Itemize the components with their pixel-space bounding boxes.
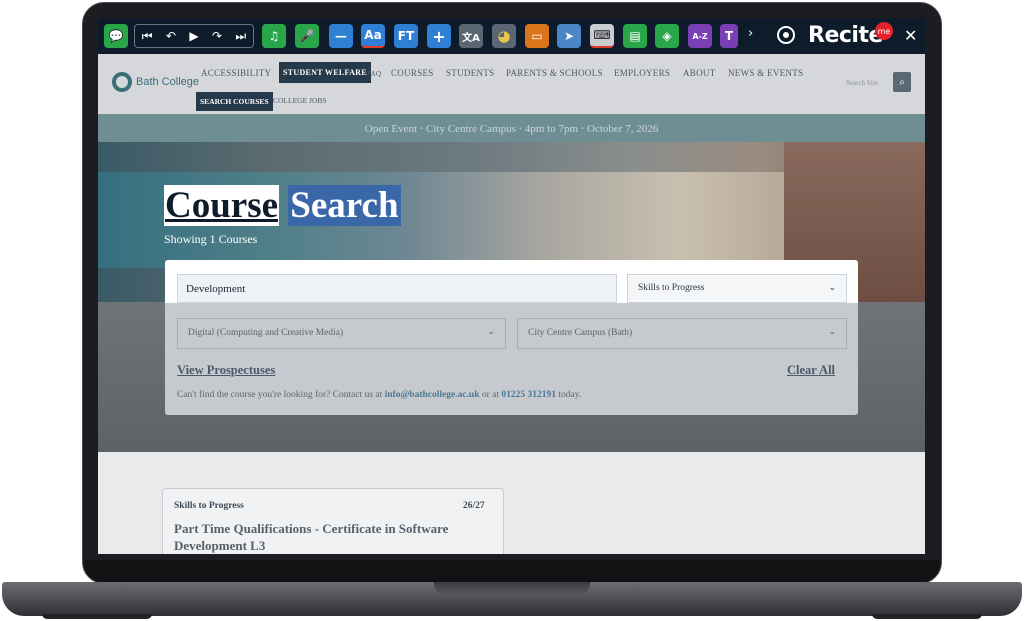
chevron-right-icon[interactable]: ›: [748, 26, 753, 41]
laptop-bezel: [84, 560, 940, 582]
nav-employers[interactable]: EMPLOYERS: [614, 68, 670, 78]
course-type-label: Skills to Progress: [174, 501, 244, 511]
campus-select[interactable]: City Centre Campus (Bath) ⌄: [517, 318, 847, 349]
chevron-down-icon: ⌄: [828, 327, 836, 337]
nav-about[interactable]: ABOUT: [683, 68, 716, 78]
campus-select-value: City Centre Campus (Bath): [528, 328, 633, 338]
college-logo-text[interactable]: Bath College: [136, 76, 199, 88]
nav-student-welfare[interactable]: STUDENT WELFARE: [279, 62, 371, 83]
color-wheel-icon[interactable]: ◕: [492, 24, 516, 48]
layers-icon[interactable]: ◈: [655, 24, 679, 48]
results-count: Showing 1 Courses: [164, 232, 258, 246]
minus-icon[interactable]: —: [329, 24, 353, 48]
laptop-notch: [434, 582, 590, 594]
laptop-foot-left: [42, 614, 152, 619]
cursor-icon[interactable]: ➤: [557, 24, 581, 48]
forward-icon[interactable]: ↷: [212, 29, 222, 43]
contact-mid: or at: [481, 390, 500, 400]
contact-phone-link[interactable]: 01225 312191: [501, 390, 556, 400]
subnav-search-courses[interactable]: SEARCH COURSES: [196, 92, 273, 111]
nav-news-events[interactable]: NEWS & EVENTS: [728, 68, 803, 78]
contact-suffix: today.: [558, 390, 582, 400]
chevron-down-icon: ⌄: [487, 327, 495, 337]
chat-icon[interactable]: 💬: [104, 24, 128, 48]
course-title-link[interactable]: Part Time Qualifications - Certificate i…: [174, 520, 474, 554]
course-year-label: 26/27: [463, 501, 485, 511]
media-player: ⏮ ↶ ▶ ↷ ⏭: [134, 24, 254, 48]
ruler-icon[interactable]: ▭: [525, 24, 549, 48]
font-type-icon[interactable]: FT: [394, 24, 418, 48]
clear-all-link[interactable]: Clear All: [787, 363, 835, 378]
plus-icon[interactable]: +: [427, 24, 451, 48]
play-icon[interactable]: ▶: [189, 29, 198, 43]
laptop-foot-right: [872, 614, 982, 619]
keyword-search-input[interactable]: Development: [177, 274, 617, 303]
music-icon[interactable]: ♫: [262, 24, 286, 48]
subnav-college-jobs[interactable]: COLLEGE JOBS: [273, 96, 327, 105]
contact-prefix: Can't find the course you're looking for…: [177, 390, 383, 400]
site-search-input[interactable]: Search Site: [846, 79, 878, 87]
font-size-icon[interactable]: Aa: [361, 24, 385, 48]
title-word-search: Search: [288, 185, 401, 226]
nav-faq[interactable]: FAQ: [367, 70, 381, 78]
contact-line: Can't find the course you're looking for…: [177, 390, 581, 400]
skip-back-icon[interactable]: ⏮: [142, 29, 153, 44]
subject-select-value: Digital (Computing and Creative Media): [188, 328, 344, 338]
close-icon[interactable]: ✕: [904, 26, 917, 45]
translate-icon[interactable]: 文A: [459, 24, 483, 48]
site-header: Bath College ACCESSIBILITY STUDENT WELFA…: [98, 54, 925, 114]
title-word-course: Course: [164, 185, 280, 226]
open-event-banner[interactable]: Open Event ⋅ City Centre Campus ⋅ 4pm to…: [98, 114, 925, 142]
college-logo-icon[interactable]: [112, 72, 132, 92]
keyboard-icon[interactable]: ⌨: [590, 24, 614, 48]
target-icon[interactable]: [777, 26, 795, 44]
view-prospectuses-link[interactable]: View Prospectuses: [177, 363, 275, 378]
recite-logo: Recite: [808, 23, 883, 48]
search-icon[interactable]: ⌕: [893, 72, 911, 92]
nav-accessibility[interactable]: ACCESSIBILITY: [201, 68, 271, 78]
nav-parents-schools[interactable]: PARENTS & SCHOOLS: [506, 68, 603, 78]
rewind-icon[interactable]: ↶: [166, 29, 176, 43]
subject-select[interactable]: Digital (Computing and Creative Media) ⌄: [177, 318, 506, 349]
open-event-text[interactable]: Open Event ⋅ City Centre Campus ⋅ 4pm to…: [365, 122, 658, 135]
page-title: Course Search: [164, 184, 401, 227]
contact-email-link[interactable]: info@bathcollege.ac.uk: [385, 390, 480, 400]
recite-toolbar: 💬 ⏮ ↶ ▶ ↷ ⏭ ♫ 🎤 — Aa FT + 文A ◕ ▭ ➤ ⌨ ▤ ◈…: [98, 18, 925, 54]
nav-courses[interactable]: COURSES: [391, 68, 434, 78]
screen: 💬 ⏮ ↶ ▶ ↷ ⏭ ♫ 🎤 — Aa FT + 文A ◕ ▭ ➤ ⌨ ▤ ◈…: [98, 18, 925, 554]
dictionary-icon[interactable]: A-Z: [688, 24, 712, 48]
skip-forward-icon[interactable]: ⏭: [235, 29, 246, 44]
mic-icon[interactable]: 🎤: [295, 24, 319, 48]
page-icon[interactable]: ▤: [623, 24, 647, 48]
level-select[interactable]: Skills to Progress ⌄: [627, 274, 847, 303]
recite-me-badge: me: [875, 22, 893, 40]
nav-students[interactable]: STUDENTS: [446, 68, 494, 78]
chevron-down-icon: ⌄: [828, 283, 836, 293]
text-mode-icon[interactable]: T: [720, 24, 738, 48]
level-select-value: Skills to Progress: [638, 283, 705, 293]
